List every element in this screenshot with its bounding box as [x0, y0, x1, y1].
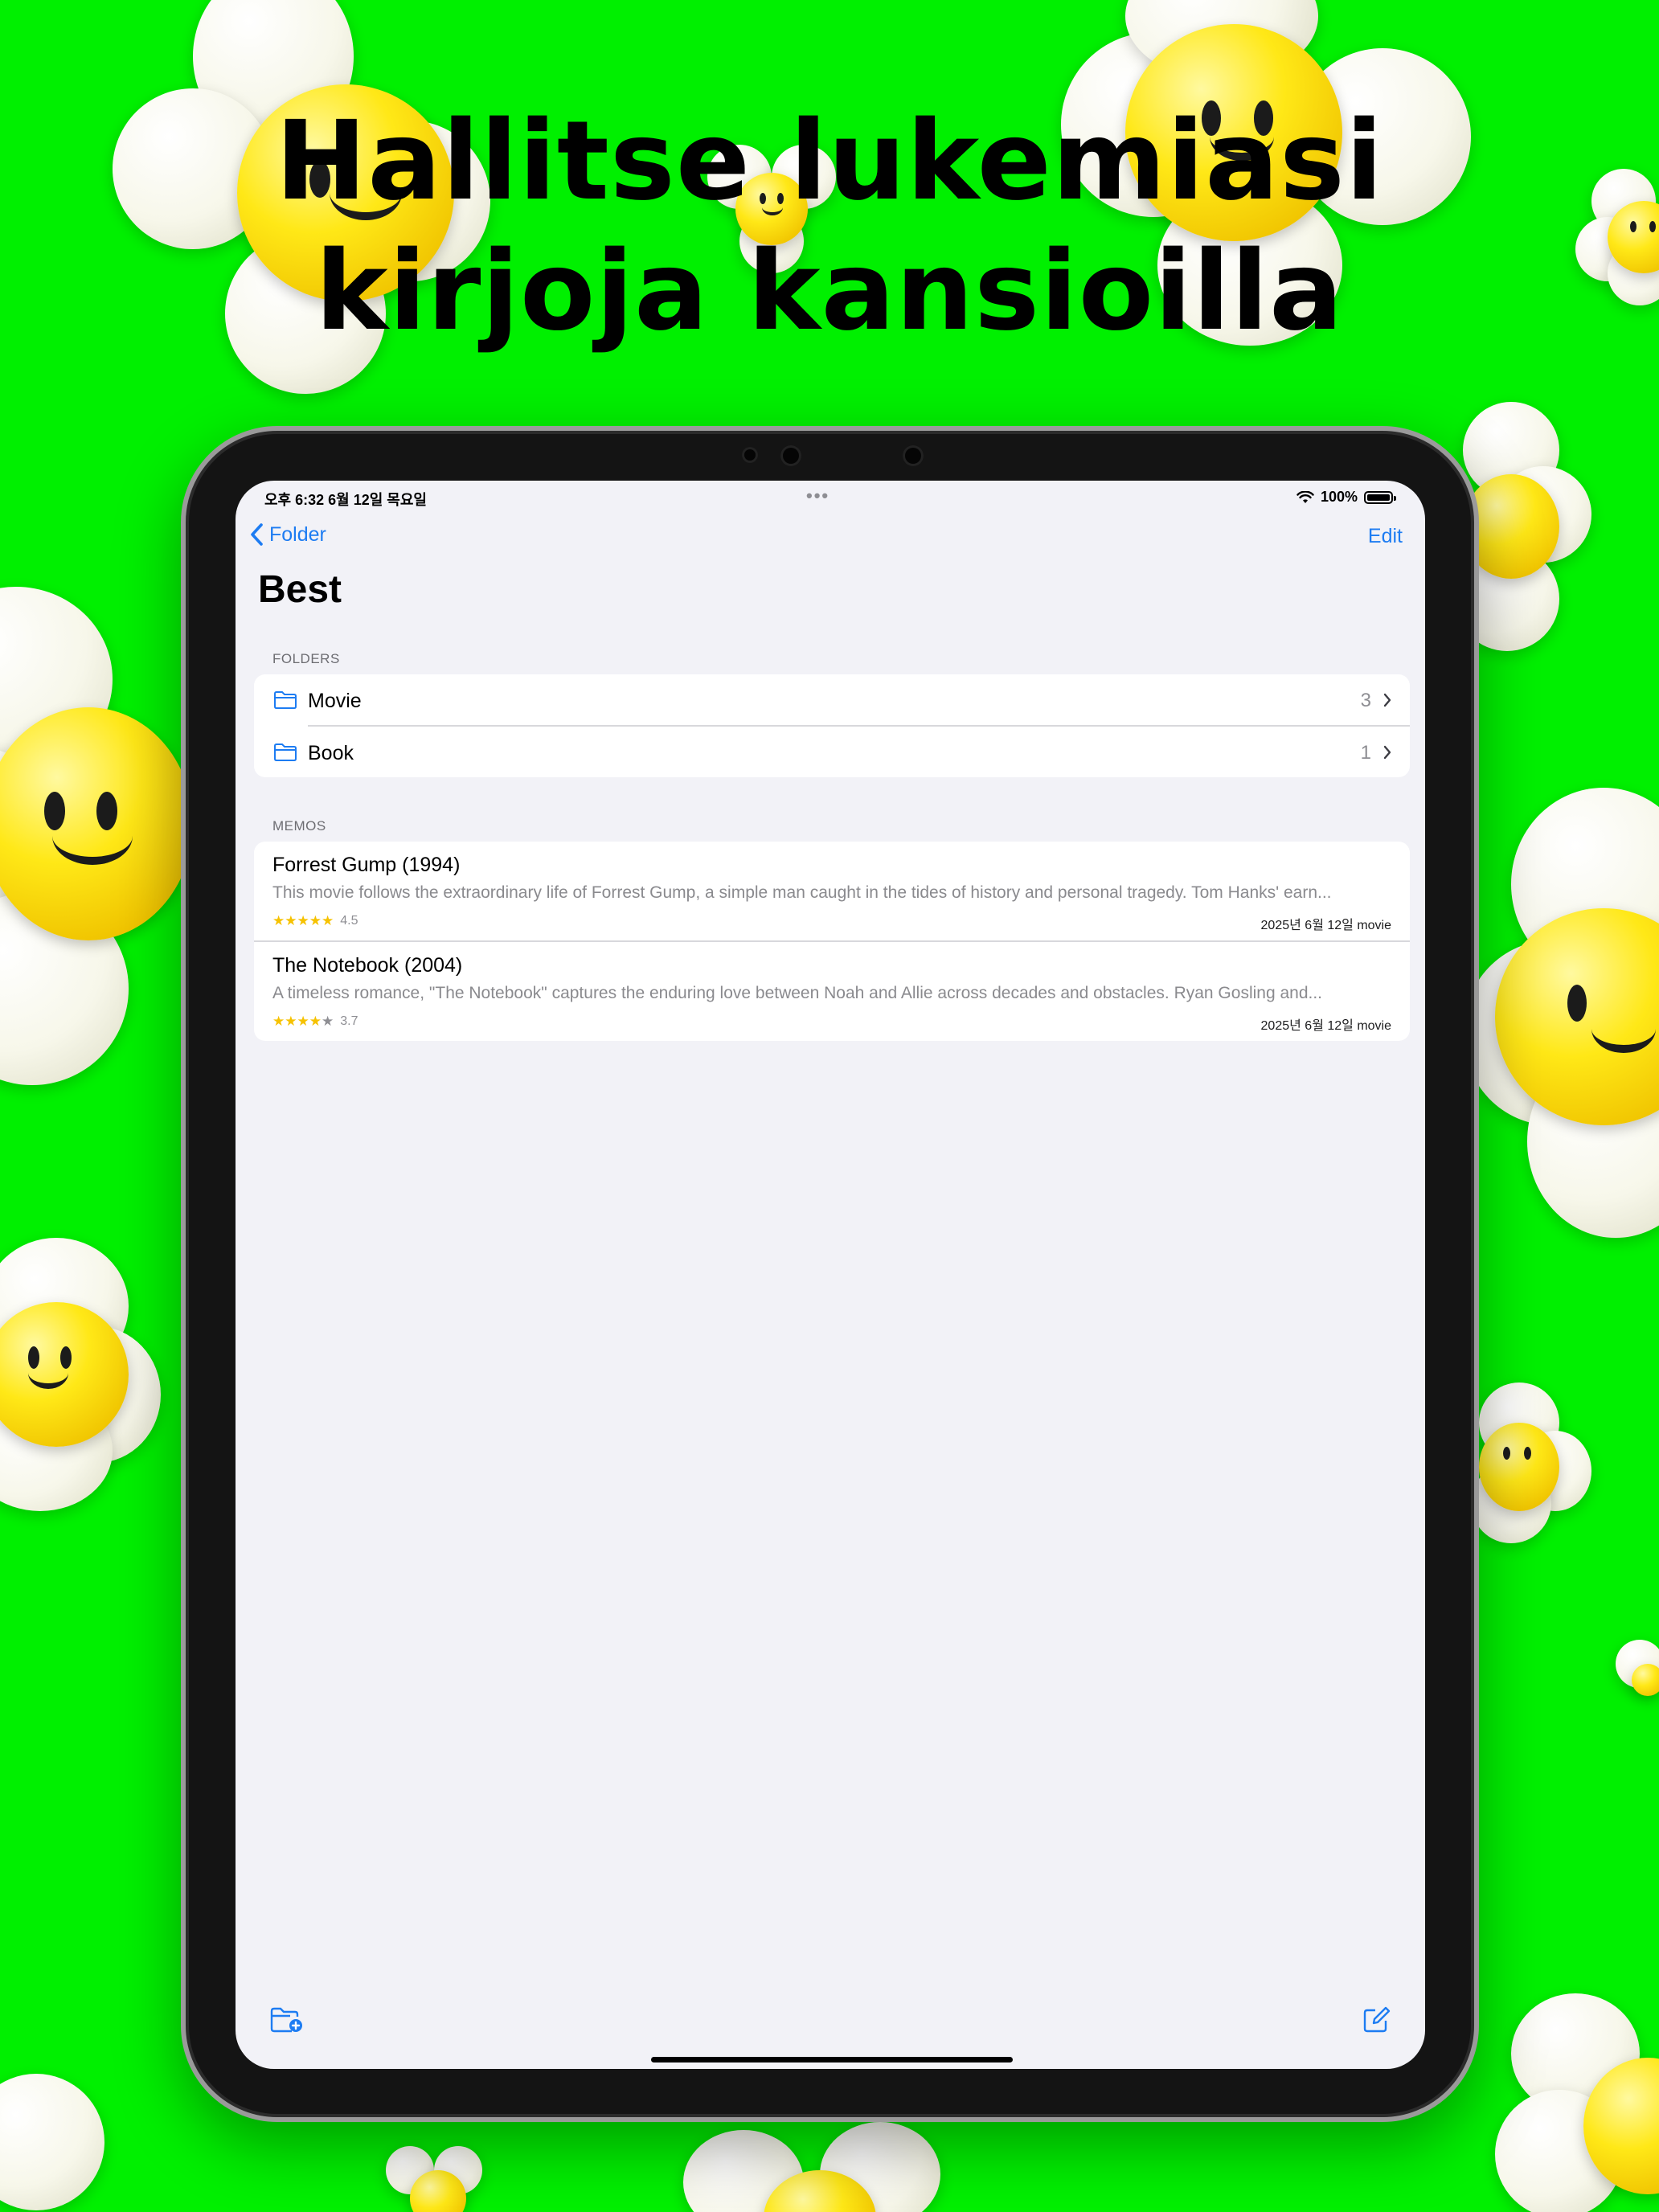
- star-rating: ★★★★★ 3.7: [272, 1014, 358, 1030]
- memos-list: Forrest Gump (1994) This movie follows t…: [254, 842, 1410, 1041]
- folder-row-book[interactable]: Book 1: [254, 727, 1410, 777]
- rating-value: 4.5: [340, 914, 358, 928]
- stars-icon: ★★★★★: [272, 913, 334, 929]
- flower-decoration: [683, 2114, 948, 2212]
- status-right: 100%: [1296, 489, 1396, 506]
- stars-icon: ★★★★★: [272, 1014, 334, 1030]
- memo-row[interactable]: Forrest Gump (1994) This movie follows t…: [254, 842, 1410, 940]
- chevron-left-icon: [251, 523, 263, 546]
- star-filled-icon: ★: [272, 1014, 285, 1029]
- home-indicator[interactable]: [651, 2057, 1013, 2062]
- star-empty-icon: ★: [322, 1014, 334, 1029]
- edit-button[interactable]: Edit: [1368, 525, 1403, 548]
- star-filled-icon: ★: [285, 913, 297, 928]
- memo-date-folder: 2025년 6월 12일 movie: [1260, 1019, 1391, 1033]
- new-folder-icon: [270, 2007, 302, 2033]
- chevron-right-icon: [1383, 745, 1391, 760]
- compose-icon: [1363, 2006, 1391, 2033]
- battery-icon: [1364, 490, 1396, 504]
- flower-decoration: [1495, 1993, 1659, 2212]
- back-button-label: Folder: [269, 522, 326, 546]
- memo-preview: A timeless romance, "The Notebook" captu…: [272, 984, 1323, 1002]
- star-filled-icon: ★: [322, 913, 334, 928]
- star-filled-icon: ★: [285, 1014, 297, 1029]
- headline: Hallitse lukemiasi kirjoja kansioilla: [0, 96, 1659, 357]
- memo-title: The Notebook (2004): [272, 954, 463, 977]
- star-filled-icon: ★: [309, 913, 322, 928]
- folders-section-header: FOLDERS: [272, 651, 340, 666]
- page-title: Best: [258, 568, 342, 611]
- status-time-date: 오후 6:32 6월 12일 목요일: [264, 492, 427, 508]
- rating-value: 3.7: [340, 1014, 358, 1028]
- app-screen: 오후 6:32 6월 12일 목요일 ••• 100% Folder Edit …: [236, 481, 1425, 2069]
- camera-sensor: [742, 447, 758, 463]
- camera-sensor: [903, 445, 924, 466]
- wifi-icon: [1296, 490, 1314, 503]
- flower-decoration: [1616, 1640, 1659, 1736]
- memo-title: Forrest Gump (1994): [272, 854, 461, 876]
- headline-line-1: Hallitse lukemiasi: [275, 98, 1384, 225]
- battery-percentage: 100%: [1320, 489, 1358, 505]
- compose-button[interactable]: [1362, 2006, 1391, 2038]
- flower-decoration: [378, 2138, 490, 2212]
- star-filled-icon: ★: [297, 1014, 309, 1029]
- chevron-right-icon: [1383, 693, 1391, 707]
- folder-row-movie[interactable]: Movie 3: [254, 674, 1410, 725]
- folder-count: 1: [1360, 742, 1371, 764]
- new-folder-button[interactable]: [269, 2006, 303, 2038]
- multitasking-dots[interactable]: •••: [806, 485, 830, 506]
- memo-preview: This movie follows the extraordinary lif…: [272, 883, 1332, 902]
- ipad-frame: 오후 6:32 6월 12일 목요일 ••• 100% Folder Edit …: [181, 426, 1479, 2122]
- folder-icon: [274, 691, 297, 709]
- folder-name: Book: [308, 742, 354, 764]
- headline-line-2: kirjoja kansioilla: [315, 228, 1344, 355]
- memos-section-header: MEMOS: [272, 818, 326, 834]
- folders-list: Movie 3 Book 1: [254, 674, 1410, 777]
- flower-decoration: [0, 2074, 145, 2212]
- flower-decoration: [0, 1238, 161, 1511]
- flower-decoration: [1463, 788, 1659, 1238]
- memo-date-folder: 2025년 6월 12일 movie: [1260, 919, 1391, 932]
- status-bar: 오후 6:32 6월 12일 목요일 ••• 100%: [236, 481, 1425, 513]
- flower-decoration: [0, 587, 193, 1085]
- memo-row[interactable]: The Notebook (2004) A timeless romance, …: [254, 942, 1410, 1041]
- star-filled-icon: ★: [272, 913, 285, 928]
- folder-name: Movie: [308, 690, 362, 712]
- star-filled-icon: ★: [309, 1014, 322, 1029]
- star-rating: ★★★★★ 4.5: [272, 913, 358, 929]
- camera-lens: [780, 445, 801, 466]
- folder-icon: [274, 743, 297, 761]
- folder-count: 3: [1360, 690, 1371, 711]
- back-button[interactable]: Folder: [250, 522, 326, 547]
- star-filled-icon: ★: [297, 913, 309, 928]
